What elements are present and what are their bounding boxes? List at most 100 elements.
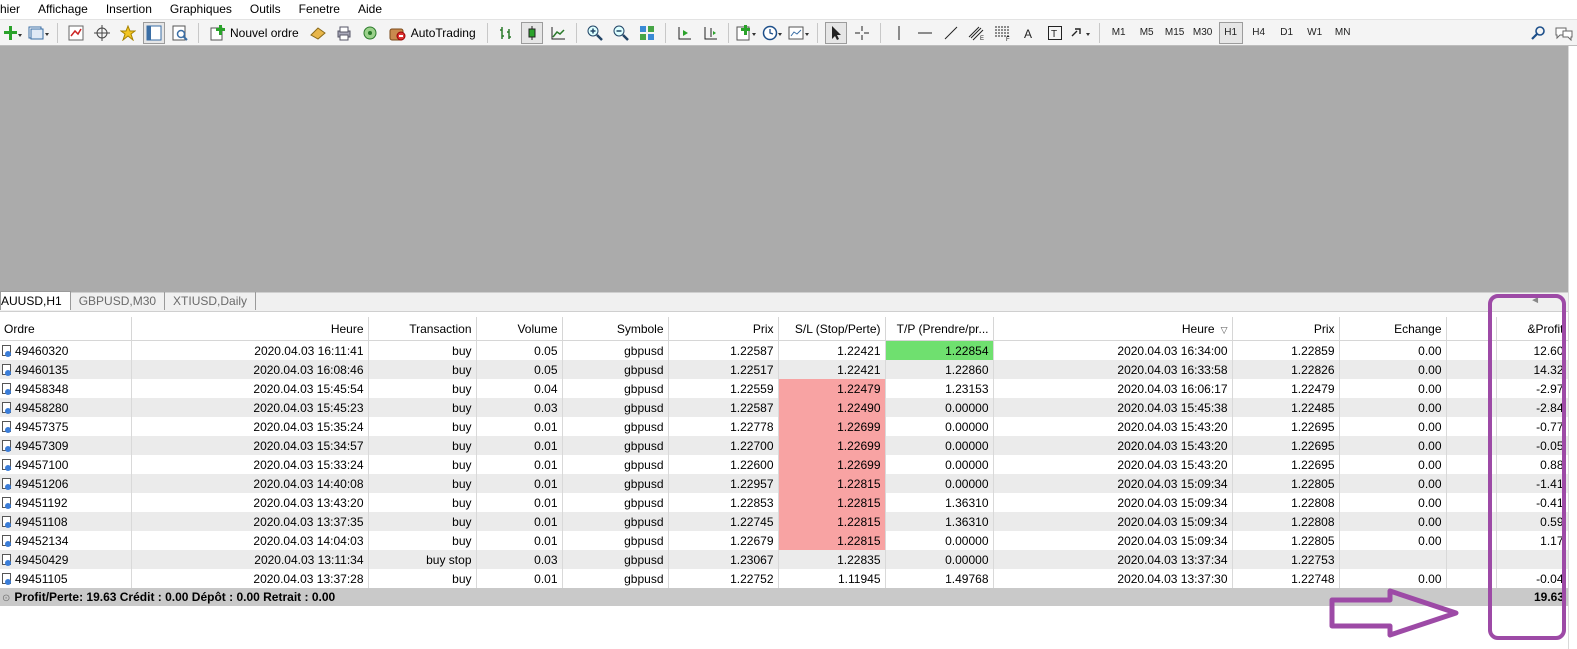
table-row[interactable]: 49460320 2020.04.03 16:11:41 buy 0.05 gbpusd… bbox=[0, 340, 1569, 360]
print-icon[interactable] bbox=[333, 22, 355, 44]
menu-item-outils[interactable]: Outils bbox=[240, 2, 289, 16]
timeframe-d1[interactable]: D1 bbox=[1275, 22, 1299, 44]
table-row[interactable]: 49450429 2020.04.03 13:11:34 buy stop 0.03 g… bbox=[0, 550, 1569, 569]
symbol-cell: gbpusd bbox=[562, 512, 669, 531]
new-chart-icon[interactable] bbox=[2, 22, 24, 44]
menu-item-graphiques[interactable]: Graphiques bbox=[160, 2, 240, 16]
price-cell: 1.22587 bbox=[668, 340, 779, 360]
candlestick-chart-icon[interactable] bbox=[520, 21, 543, 44]
type-cell: buy bbox=[368, 531, 477, 550]
arrows-icon[interactable] bbox=[1070, 22, 1092, 44]
templates-icon[interactable] bbox=[788, 22, 810, 44]
market-watch-icon[interactable] bbox=[65, 22, 87, 44]
chat-icon[interactable] bbox=[1553, 22, 1575, 44]
table-row[interactable]: 49458348 2020.04.03 15:45:54 buy 0.04 gbpusd… bbox=[0, 379, 1569, 398]
swap-cell: 0.00 bbox=[1339, 512, 1447, 531]
table-row[interactable]: 49457375 2020.04.03 15:35:24 buy 0.01 gbpusd… bbox=[0, 417, 1569, 436]
horizontal-line-icon[interactable] bbox=[914, 22, 936, 44]
table-row[interactable]: 49460135 2020.04.03 16:08:46 buy 0.05 gbpusd… bbox=[0, 360, 1569, 379]
line-chart-icon[interactable] bbox=[547, 22, 569, 44]
timeframe-m1[interactable]: M1 bbox=[1107, 22, 1131, 44]
table-row[interactable]: 49451105 2020.04.03 13:37:28 buy 0.01 gbpusd… bbox=[0, 569, 1569, 588]
fibonacci-icon[interactable]: F bbox=[992, 22, 1014, 44]
profiles-icon[interactable] bbox=[28, 22, 50, 44]
price-cell: 1.22679 bbox=[668, 531, 779, 550]
autotrading-button[interactable]: AutoTrading bbox=[385, 22, 480, 44]
timeframe-h1[interactable]: H1 bbox=[1218, 21, 1243, 44]
metaeditor-icon[interactable] bbox=[307, 22, 329, 44]
close-time-cell: 2020.04.03 13:37:34 bbox=[993, 550, 1233, 569]
col-header-transaction[interactable]: Transaction bbox=[368, 317, 477, 341]
timeframe-m30[interactable]: M30 bbox=[1191, 22, 1215, 44]
timeframe-m15[interactable]: M15 bbox=[1163, 22, 1187, 44]
menu-item-affichage[interactable]: Affichage bbox=[28, 2, 96, 16]
menu-item-insertion[interactable]: Insertion bbox=[96, 2, 160, 16]
strategy-tester-icon[interactable] bbox=[169, 22, 191, 44]
table-row[interactable]: 49451192 2020.04.03 13:43:20 buy 0.01 gbpusd… bbox=[0, 493, 1569, 512]
periods-clock-icon[interactable] bbox=[762, 22, 784, 44]
chart-area[interactable] bbox=[0, 46, 1568, 292]
order-cell: 49460320 bbox=[0, 340, 132, 360]
symbol-cell: gbpusd bbox=[562, 340, 669, 360]
order-cell: 49460135 bbox=[0, 360, 132, 379]
col-header-symbol[interactable]: Symbole bbox=[562, 317, 669, 341]
chart-shift-icon[interactable] bbox=[699, 22, 721, 44]
chart-tab-xtiusd-daily[interactable]: XTIUSD,Daily bbox=[165, 292, 257, 310]
search-icon[interactable] bbox=[1527, 22, 1549, 44]
text-icon[interactable]: A bbox=[1018, 22, 1040, 44]
col-header-open-time[interactable]: Heure bbox=[131, 317, 369, 341]
bar-chart-icon[interactable] bbox=[495, 22, 517, 44]
col-header-swap[interactable]: Echange bbox=[1339, 317, 1447, 341]
col-header-price[interactable]: Prix bbox=[668, 317, 779, 341]
auto-scroll-icon[interactable] bbox=[673, 22, 695, 44]
swap-cell: 0.00 bbox=[1339, 569, 1447, 588]
table-row[interactable]: 49451206 2020.04.03 14:40:08 buy 0.01 gbpusd… bbox=[0, 474, 1569, 493]
zoom-in-icon[interactable] bbox=[584, 22, 606, 44]
indicators-icon[interactable] bbox=[736, 22, 758, 44]
chart-tab-auusd-h1[interactable]: AUUSD,H1 bbox=[0, 291, 71, 310]
equidistant-channel-icon[interactable]: E bbox=[966, 22, 988, 44]
col-header-order[interactable]: Ordre bbox=[0, 317, 132, 341]
timeframe-m5[interactable]: M5 bbox=[1135, 22, 1159, 44]
menu-item-hier[interactable]: hier bbox=[0, 2, 28, 16]
col-header-tp[interactable]: T/P (Prendre/pr... bbox=[885, 317, 994, 341]
cursor-icon[interactable] bbox=[824, 21, 847, 44]
menu-item-aide[interactable]: Aide bbox=[348, 2, 390, 16]
zoom-out-icon[interactable] bbox=[610, 22, 632, 44]
text-label-icon[interactable]: T bbox=[1044, 22, 1066, 44]
new-order-button[interactable]: Nouvel ordre bbox=[206, 22, 303, 44]
table-row[interactable]: 49458280 2020.04.03 15:45:23 buy 0.03 gbpusd… bbox=[0, 398, 1569, 417]
col-header-volume[interactable]: Volume bbox=[476, 317, 563, 341]
crosshair-icon[interactable] bbox=[851, 22, 873, 44]
terminal-window-icon[interactable] bbox=[143, 21, 165, 44]
col-header-close-price[interactable]: Prix bbox=[1232, 317, 1340, 341]
chart-tab-gbpusd-m30[interactable]: GBPUSD,M30 bbox=[71, 292, 166, 310]
signals-icon[interactable] bbox=[359, 22, 381, 44]
vertical-line-icon[interactable] bbox=[888, 22, 910, 44]
sl-cell: 1.11945 bbox=[778, 569, 886, 588]
order-cell: 49450429 bbox=[0, 550, 132, 569]
tp-cell: 0.00000 bbox=[885, 474, 994, 493]
menu-item-fenetre[interactable]: Fenetre bbox=[289, 2, 348, 16]
timeframe-h4[interactable]: H4 bbox=[1247, 22, 1271, 44]
order-cell: 49451108 bbox=[0, 512, 132, 531]
volume-cell: 0.01 bbox=[476, 531, 563, 550]
star-icon[interactable] bbox=[117, 22, 139, 44]
timeframe-mn[interactable]: MN bbox=[1331, 22, 1355, 44]
order-number: 49457375 bbox=[15, 419, 69, 434]
crosshair-navigator-icon[interactable] bbox=[91, 22, 113, 44]
col-header-sl[interactable]: S/L (Stop/Perte) bbox=[778, 317, 886, 341]
trend-line-icon[interactable] bbox=[940, 22, 962, 44]
col-header-close-time[interactable]: Heure ▽ bbox=[993, 317, 1233, 341]
swap-cell: 0.00 bbox=[1339, 360, 1447, 379]
table-row[interactable]: 49457309 2020.04.03 15:34:57 buy 0.01 gbpusd… bbox=[0, 436, 1569, 455]
vertical-scrollbar[interactable] bbox=[1568, 46, 1577, 649]
swap-cell: 0.00 bbox=[1339, 436, 1447, 455]
timeframe-w1[interactable]: W1 bbox=[1303, 22, 1327, 44]
price-cell: 1.22752 bbox=[668, 569, 779, 588]
symbol-cell: gbpusd bbox=[562, 436, 669, 455]
table-row[interactable]: 49457100 2020.04.03 15:33:24 buy 0.01 gbpusd… bbox=[0, 455, 1569, 474]
table-row[interactable]: 49451108 2020.04.03 13:37:35 buy 0.01 gbpusd… bbox=[0, 512, 1569, 531]
tile-windows-icon[interactable] bbox=[636, 22, 658, 44]
table-row[interactable]: 49452134 2020.04.03 14:04:03 buy 0.01 gbpusd… bbox=[0, 531, 1569, 550]
